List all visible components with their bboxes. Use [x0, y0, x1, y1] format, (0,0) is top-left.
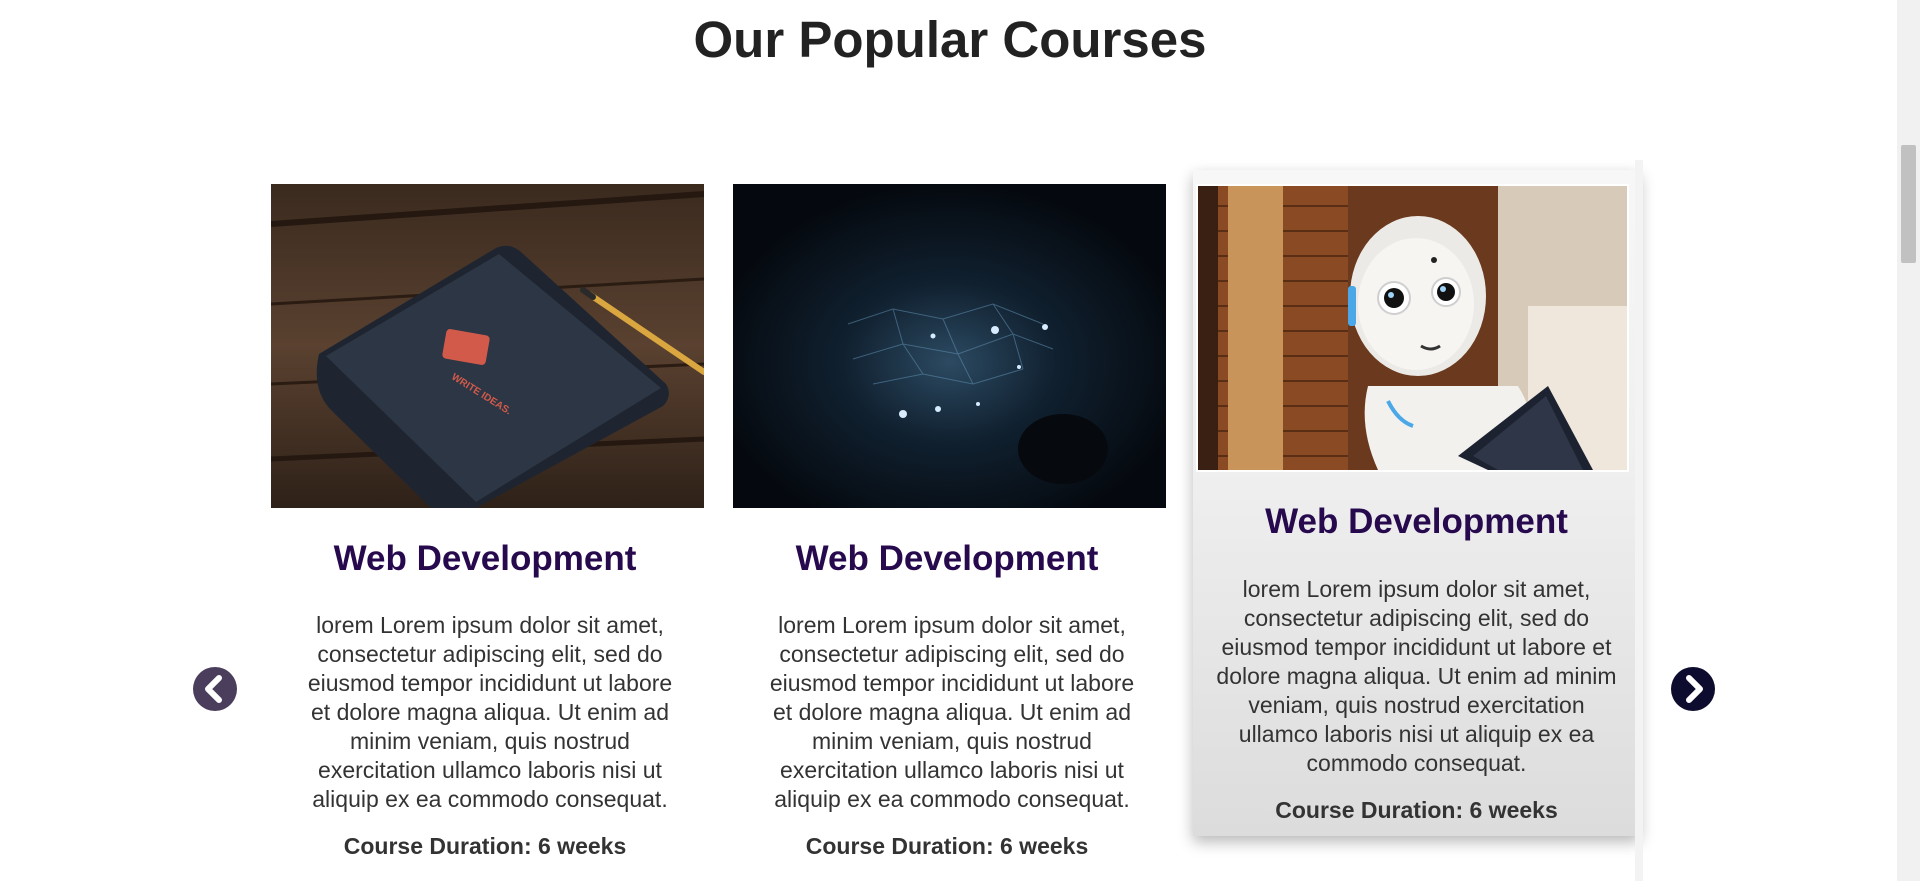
course-duration: Course Duration: 6 weeks [1275, 797, 1558, 823]
course-description: lorem Lorem ipsum dolor sit amet, consec… [1216, 576, 1617, 776]
course-description: lorem Lorem ipsum dolor sit amet, consec… [769, 612, 1135, 812]
chevron-left-icon [205, 675, 222, 703]
course-title: Web Development [795, 539, 1099, 578]
course-card-active[interactable]: Web Development lorem Lorem ipsum dolor … [1183, 170, 1640, 881]
network-image [733, 184, 1166, 508]
course-duration: Course Duration: 6 weeks [805, 833, 1089, 859]
course-description: lorem Lorem ipsum dolor sit amet, consec… [307, 612, 673, 812]
course-card[interactable]: WRITE IDEAS. Web Development lorem Lorem… [259, 170, 711, 881]
course-duration: Course Duration: 6 weeks [343, 833, 627, 859]
scrollbar-thumb[interactable] [1901, 145, 1916, 263]
next-slide-button[interactable] [1671, 667, 1715, 711]
prev-slide-button[interactable] [193, 667, 237, 711]
section-title: Our Popular Courses [693, 11, 1207, 68]
slider-edge [1635, 160, 1643, 881]
course-card[interactable]: Web Development lorem Lorem ipsum dolor … [721, 170, 1173, 881]
notebook-image: WRITE IDEAS. [271, 184, 704, 508]
page: Our Popular Courses WRITE IDEAS. Web Dev… [0, 0, 1920, 881]
robot-image [1196, 184, 1629, 472]
vertical-scrollbar[interactable] [1897, 0, 1920, 881]
course-title: Web Development [1265, 502, 1568, 541]
chevron-right-icon [1686, 675, 1703, 703]
course-title: Web Development [333, 539, 637, 578]
